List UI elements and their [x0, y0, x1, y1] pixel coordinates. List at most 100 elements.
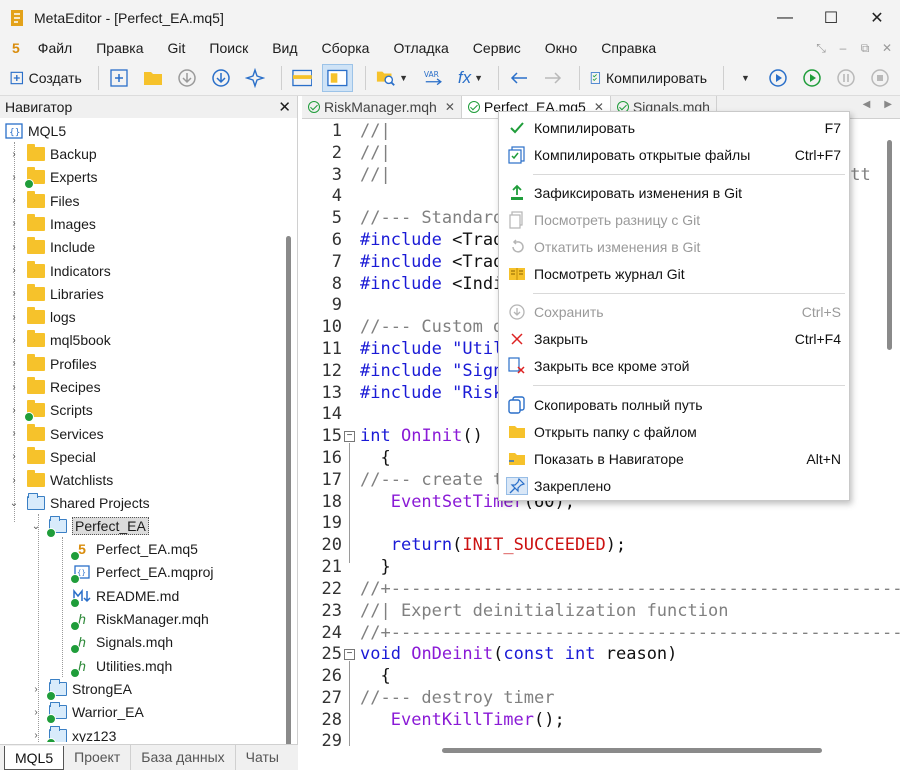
menu-help[interactable]: Справка	[589, 36, 668, 60]
tab-project[interactable]: Проект	[64, 744, 132, 770]
menu-item-git-revert[interactable]: Откатить изменения в Git	[500, 234, 848, 260]
menu-file[interactable]: Файл	[26, 36, 84, 60]
menu-item-show-in-navigator[interactable]: Показать в Навигаторе Alt+N	[500, 446, 848, 472]
tree-item-folder[interactable]: › mql5book	[8, 329, 111, 351]
create-button[interactable]: Создать	[6, 64, 86, 92]
tree-root[interactable]: {} MQL5	[4, 120, 66, 142]
chevron-right-icon[interactable]: ›	[8, 475, 20, 486]
chevron-right-icon[interactable]: ›	[8, 288, 20, 299]
tree-item-file[interactable]: h RiskManager.mqh	[70, 608, 209, 631]
chevron-right-icon[interactable]: ›	[8, 358, 20, 369]
unpin-icon[interactable]: ⤡	[814, 41, 828, 56]
mdi-restore-icon[interactable]: ⧉	[858, 41, 872, 56]
menu-search[interactable]: Поиск	[197, 36, 260, 60]
back-button[interactable]	[505, 64, 533, 92]
tree-item-folder[interactable]: › Services	[8, 423, 104, 445]
chevron-right-icon[interactable]: ›	[8, 195, 20, 206]
open-folder-button[interactable]	[139, 64, 167, 92]
menu-item-compile-open-files[interactable]: Компилировать открытые файлы Ctrl+F7	[500, 142, 848, 168]
stop-button[interactable]	[866, 64, 894, 92]
tree-item-folder[interactable]: › Backup	[8, 143, 97, 165]
new-document-button[interactable]	[105, 64, 133, 92]
tree-item-folder[interactable]: › Libraries	[8, 283, 104, 305]
chevron-right-icon[interactable]: ›	[8, 172, 20, 183]
minimize-button[interactable]: —	[762, 0, 808, 36]
debug-on-history-button[interactable]	[764, 64, 792, 92]
menu-git[interactable]: Git	[156, 36, 198, 60]
tree-item-project[interactable]: › xyz123	[30, 725, 116, 742]
chevron-right-icon[interactable]: ›	[30, 707, 42, 718]
chevron-down-icon[interactable]: ⌄	[30, 521, 42, 532]
menu-item-git-diff[interactable]: Посмотреть разницу с Git	[500, 207, 848, 233]
download-active-button[interactable]	[207, 64, 235, 92]
tree-item-folder[interactable]: › Include	[8, 236, 95, 258]
menu-build[interactable]: Сборка	[310, 36, 382, 60]
tree-item-shared-projects[interactable]: ⌄ Shared Projects	[8, 492, 150, 514]
menu-item-save[interactable]: Сохранить Ctrl+S	[500, 299, 848, 325]
editor-vertical-scrollbar[interactable]	[887, 140, 892, 350]
mdi-close-icon[interactable]: ✕	[880, 41, 894, 55]
menu-edit[interactable]: Правка	[84, 36, 155, 60]
chevron-right-icon[interactable]: ›	[8, 451, 20, 462]
tree-item-folder[interactable]: › Files	[8, 190, 80, 212]
menu-item-copy-full-path[interactable]: Скопировать полный путь	[500, 392, 848, 418]
tree-item-file[interactable]: {} Perfect_EA.mqproj	[70, 561, 214, 585]
toolbox-toggle-button[interactable]	[288, 64, 317, 92]
chevron-right-icon[interactable]: ›	[8, 428, 20, 439]
compile-dropdown-button[interactable]: ▼	[730, 64, 758, 92]
fold-toggle-icon[interactable]: −	[344, 649, 355, 660]
tree-item-file[interactable]: h Utilities.mqh	[70, 655, 172, 678]
ai-assistant-button[interactable]	[241, 64, 269, 92]
mdi-minimize-icon[interactable]: –	[836, 41, 850, 55]
close-tab-icon[interactable]: ✕	[445, 100, 455, 114]
chevron-right-icon[interactable]: ›	[8, 312, 20, 323]
tab-riskmanager[interactable]: RiskManager.mqh ✕	[302, 96, 462, 118]
editor-horizontal-scrollbar[interactable]	[442, 748, 822, 753]
menu-item-git-log[interactable]: Посмотреть журнал Git	[500, 261, 848, 287]
chevron-right-icon[interactable]: ›	[30, 730, 42, 741]
menu-debug[interactable]: Отладка	[381, 36, 460, 60]
pause-button[interactable]	[832, 64, 860, 92]
menu-window[interactable]: Окно	[533, 36, 590, 60]
tree-item-perfect-ea[interactable]: ⌄ Perfect_EA	[30, 515, 149, 538]
chevron-right-icon[interactable]: ›	[8, 149, 20, 160]
menu-item-compile[interactable]: Компилировать F7	[500, 115, 848, 141]
forward-button[interactable]	[539, 64, 567, 92]
fold-toggle-icon[interactable]: −	[344, 431, 355, 442]
navigator-toggle-button[interactable]	[322, 63, 354, 92]
maximize-button[interactable]: ☐	[808, 0, 854, 36]
tree-item-project[interactable]: › StrongEA	[30, 678, 132, 701]
tree-item-folder[interactable]: › Recipes	[8, 376, 101, 398]
compile-button[interactable]: Компилировать	[586, 64, 711, 92]
menu-item-git-commit[interactable]: Зафиксировать изменения в Git	[500, 180, 848, 206]
menu-view[interactable]: Вид	[260, 36, 309, 60]
tree-item-file[interactable]: README.md	[70, 585, 179, 608]
tree-item-file[interactable]: 5 Perfect_EA.mq5	[70, 538, 198, 561]
menu-item-pinned[interactable]: Закреплено	[500, 473, 848, 499]
chevron-right-icon[interactable]: ›	[8, 242, 20, 253]
download-button[interactable]	[173, 64, 201, 92]
tree-item-project[interactable]: › Warrior_EA	[30, 701, 144, 725]
scroll-tabs-left-icon[interactable]: ◀	[863, 99, 871, 110]
tree-item-folder[interactable]: › Watchlists	[8, 469, 113, 491]
tree-item-folder[interactable]: › Special	[8, 446, 96, 468]
chevron-right-icon[interactable]: ›	[8, 265, 20, 276]
search-options-button[interactable]: ▼	[372, 64, 412, 92]
menu-item-open-containing-folder[interactable]: Открыть папку с файлом	[500, 419, 848, 445]
close-window-button[interactable]: ✕	[854, 0, 900, 36]
close-icon[interactable]: ✕	[278, 98, 291, 116]
tree-item-folder[interactable]: › Images	[8, 213, 96, 235]
tree-item-file[interactable]: h Signals.mqh	[70, 631, 173, 655]
start-debug-button[interactable]	[798, 64, 826, 92]
chevron-right-icon[interactable]: ›	[8, 382, 20, 393]
tree-item-folder[interactable]: › logs	[8, 306, 76, 328]
tab-mql5[interactable]: MQL5	[4, 745, 65, 770]
chevron-right-icon[interactable]: ›	[8, 218, 20, 229]
chevron-right-icon[interactable]: ›	[8, 335, 20, 346]
menu-item-close[interactable]: Закрыть Ctrl+F4	[500, 326, 848, 352]
tree-item-folder[interactable]: › Scripts	[8, 399, 93, 423]
menu-tools[interactable]: Сервис	[461, 36, 533, 60]
tab-database[interactable]: База данных	[131, 744, 236, 770]
navigator-scrollbar[interactable]	[286, 236, 291, 770]
function-button[interactable]: fx ▼	[455, 64, 487, 92]
